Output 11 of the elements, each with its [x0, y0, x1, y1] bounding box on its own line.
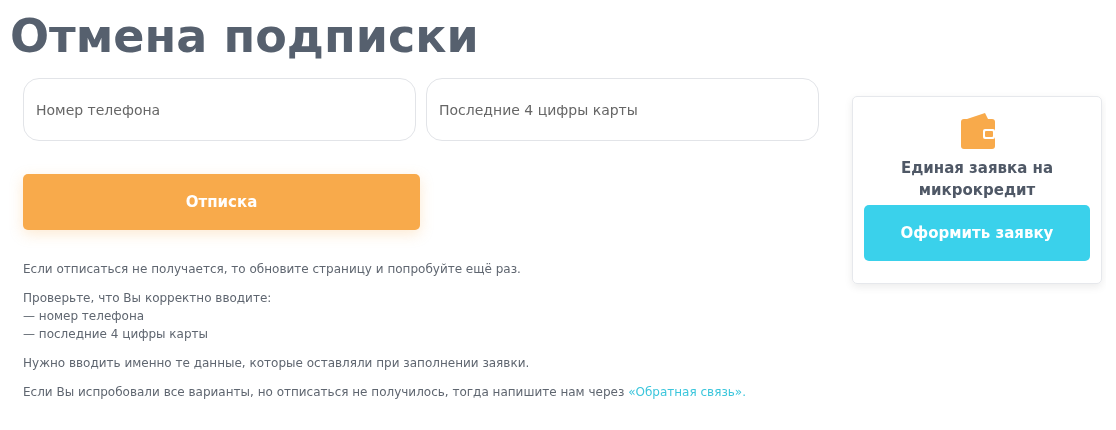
input-field[interactable]: Последние 4 цифры карты [426, 78, 819, 141]
input-field[interactable]: Номер телефона [23, 78, 416, 141]
help-paragraph: Если отписаться не получается, то обновите страницу и попробуйте ещё раз. [23, 261, 522, 278]
card-title: Единая заявка на микрокредит [899, 158, 1055, 201]
unsubscribe-button[interactable]: Отписка [23, 174, 420, 230]
help-paragraph: Нужно вводить именно те данные, которые оставляли при заполнении заявки. [23, 355, 531, 372]
feedback-link[interactable]: «Обратная связь». [628, 385, 746, 399]
help-paragraph: Если Вы испробовали все варианты, но отписаться не получилось, тогда напишите нам через «Обратная связь». [23, 384, 747, 401]
help-paragraph: Проверьте, что Вы корректно вводите: — номер телефона — последние 4 цифры карты [23, 290, 273, 343]
apply-button[interactable]: Оформить заявку [864, 205, 1090, 261]
page-title: Отмена подписки [10, 8, 479, 65]
